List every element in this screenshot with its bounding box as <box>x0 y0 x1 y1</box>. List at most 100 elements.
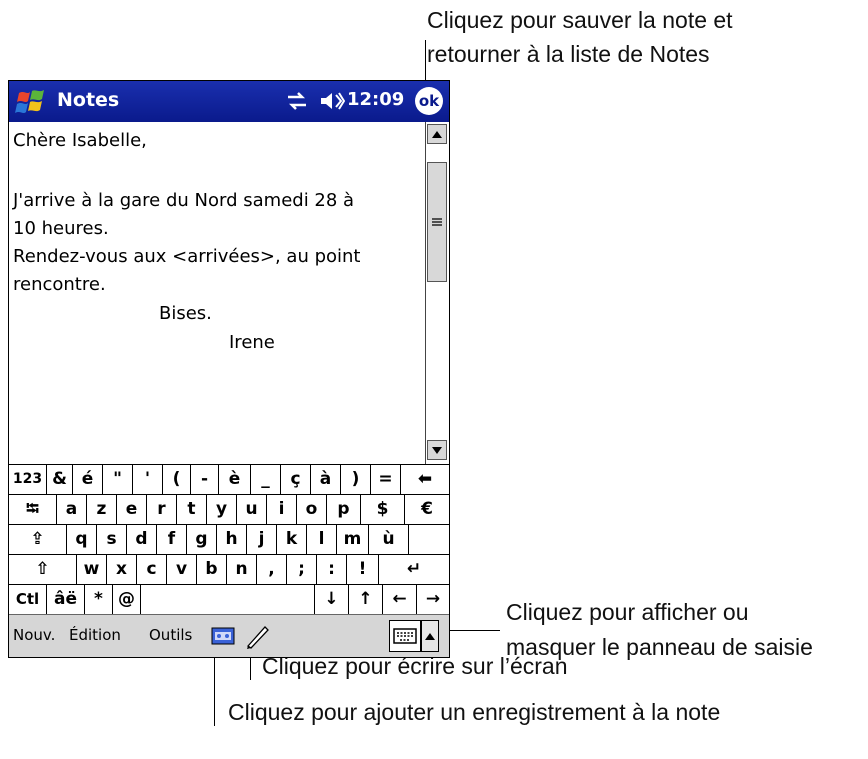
arrow-up-icon <box>425 632 435 640</box>
key[interactable]: h <box>217 525 247 554</box>
key[interactable]: u <box>237 495 267 524</box>
key[interactable]: " <box>103 465 133 494</box>
key[interactable]: s <box>97 525 127 554</box>
key[interactable]: ! <box>347 555 379 584</box>
key[interactable]: $ <box>361 495 405 524</box>
note-line: Chère Isabelle, <box>13 130 147 151</box>
arrow-up-key[interactable]: ↑ <box>349 585 383 614</box>
key[interactable]: n <box>227 555 257 584</box>
key[interactable]: : <box>317 555 347 584</box>
menu-new[interactable]: Nouv. <box>13 626 55 644</box>
note-line: Irene <box>229 332 275 353</box>
key[interactable]: = <box>371 465 401 494</box>
menu-bar: Nouv. Édition Outils <box>9 614 449 657</box>
key[interactable]: , <box>257 555 287 584</box>
key[interactable]: a <box>57 495 87 524</box>
key[interactable]: w <box>77 555 107 584</box>
key[interactable]: f <box>157 525 187 554</box>
key[interactable]: € <box>405 495 449 524</box>
callout-record: Cliquez pour ajouter un enregistrement à… <box>228 699 721 725</box>
enter-key[interactable]: ↵ <box>379 555 449 584</box>
menu-tools[interactable]: Outils <box>149 626 192 644</box>
callout-save-line2: retourner à la liste de Notes <box>427 41 710 67</box>
key[interactable]: c <box>137 555 167 584</box>
scroll-thumb[interactable] <box>427 162 447 282</box>
key[interactable]: @ <box>113 585 141 614</box>
tab-key[interactable]: ⭾ <box>9 495 57 524</box>
key[interactable]: m <box>337 525 369 554</box>
key[interactable]: à <box>311 465 341 494</box>
arrow-down-key[interactable]: ↓ <box>315 585 349 614</box>
key[interactable]: i <box>267 495 297 524</box>
keyboard-glyph-icon <box>393 628 417 644</box>
callout-panel-leader <box>442 630 500 631</box>
key[interactable]: q <box>67 525 97 554</box>
key[interactable]: ) <box>341 465 371 494</box>
input-panel-arrow-button[interactable] <box>421 620 439 652</box>
note-line: J'arrive à la gare du Nord samedi 28 à <box>13 190 355 211</box>
key[interactable]: ' <box>133 465 163 494</box>
connectivity-icon[interactable] <box>285 90 309 112</box>
ok-button[interactable]: ok <box>415 87 443 115</box>
key[interactable]: é <box>73 465 103 494</box>
recording-icon[interactable] <box>211 627 235 645</box>
key[interactable]: j <box>247 525 277 554</box>
arrow-right-key[interactable]: → <box>417 585 449 614</box>
key[interactable]: ù <box>369 525 409 554</box>
accent-key[interactable]: âë <box>47 585 85 614</box>
key[interactable]: o <box>297 495 327 524</box>
menu-edit[interactable]: Édition <box>69 626 121 644</box>
note-line: 10 heures. <box>13 218 109 239</box>
key[interactable]: y <box>207 495 237 524</box>
key[interactable]: d <box>127 525 157 554</box>
note-line: Bises. <box>159 303 212 324</box>
key[interactable]: * <box>85 585 113 614</box>
key[interactable]: z <box>87 495 117 524</box>
key[interactable]: p <box>327 495 361 524</box>
key[interactable]: x <box>107 555 137 584</box>
keyboard-icon[interactable] <box>389 620 421 652</box>
app-title: Notes <box>57 89 120 111</box>
key[interactable]: ( <box>163 465 191 494</box>
key[interactable]: g <box>187 525 217 554</box>
caps-lock-key[interactable]: ⇪ <box>9 525 67 554</box>
key[interactable]: b <box>197 555 227 584</box>
keyboard-row-4: ⇧ w x c v b n , ; : ! ↵ <box>9 555 449 585</box>
key[interactable]: t <box>177 495 207 524</box>
backspace-key[interactable]: ⬅ <box>401 465 449 494</box>
speaker-icon[interactable] <box>319 90 345 112</box>
arrow-left-key[interactable]: ← <box>383 585 417 614</box>
scroll-up-button[interactable] <box>427 124 447 144</box>
callout-save-line1: Cliquez pour sauver la note et <box>427 7 733 33</box>
pen-icon[interactable] <box>245 623 271 649</box>
soft-keyboard: 123 & é " ' ( - è _ ç à ) = ⬅ ⭾ a z e r … <box>9 464 449 615</box>
title-bar: Notes 12:09 ok <box>9 81 449 122</box>
key[interactable]: k <box>277 525 307 554</box>
key[interactable]: l <box>307 525 337 554</box>
key[interactable]: _ <box>251 465 281 494</box>
key[interactable]: r <box>147 495 177 524</box>
keyboard-row-1: 123 & é " ' ( - è _ ç à ) = ⬅ <box>9 465 449 495</box>
callout-panel-line1: Cliquez pour afficher ou <box>506 599 749 625</box>
keyboard-row-5: Ctl âë * @ ↓ ↑ ← → <box>9 585 449 615</box>
scroll-down-button[interactable] <box>427 440 447 460</box>
shift-key[interactable]: ⇧ <box>9 555 77 584</box>
clock[interactable]: 12:09 <box>347 89 404 110</box>
key[interactable]: & <box>47 465 73 494</box>
space-key[interactable] <box>141 585 315 614</box>
windows-start-icon[interactable] <box>15 87 47 117</box>
key[interactable]: e <box>117 495 147 524</box>
key[interactable]: è <box>219 465 251 494</box>
keyboard-row-3: ⇪ q s d f g h j k l m ù <box>9 525 449 555</box>
key-123[interactable]: 123 <box>9 465 47 494</box>
callout-save-leader <box>425 40 426 82</box>
key[interactable]: ; <box>287 555 317 584</box>
key[interactable]: ç <box>281 465 311 494</box>
note-line: Rendez-vous aux <arrivées>, au point <box>13 246 361 267</box>
key[interactable]: - <box>191 465 219 494</box>
vertical-scrollbar[interactable] <box>425 122 449 464</box>
ctrl-key[interactable]: Ctl <box>9 585 47 614</box>
key[interactable]: v <box>167 555 197 584</box>
note-text-area[interactable]: Chère Isabelle, J'arrive à la gare du No… <box>9 122 425 464</box>
arrow-down-icon <box>432 446 442 454</box>
